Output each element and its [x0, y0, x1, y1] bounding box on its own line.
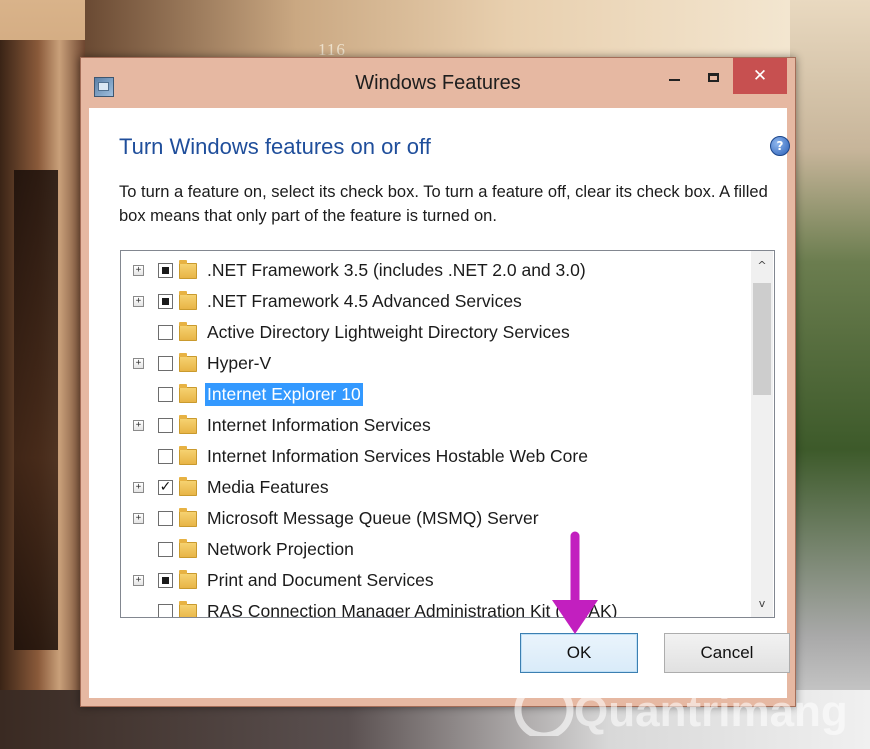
expand-icon[interactable]: +	[133, 482, 144, 493]
folder-icon	[179, 507, 197, 527]
feature-label[interactable]: .NET Framework 4.5 Advanced Services	[205, 290, 524, 313]
feature-row[interactable]: Internet Information Services Hostable W…	[121, 441, 751, 472]
folder-icon	[179, 538, 197, 558]
feature-checkbox[interactable]	[158, 294, 173, 309]
feature-checkbox[interactable]	[158, 449, 173, 464]
feature-checkbox[interactable]	[158, 418, 173, 433]
folder-icon	[179, 445, 197, 465]
dialog-content: Turn Windows features on or off ? To tur…	[89, 108, 790, 698]
expand-icon[interactable]: +	[133, 513, 144, 524]
feature-label[interactable]: Internet Explorer 10	[205, 383, 363, 406]
feature-row[interactable]: + Microsoft Message Queue (MSMQ) Server	[121, 503, 751, 534]
help-icon[interactable]: ?	[770, 136, 790, 156]
folder-icon	[179, 414, 197, 434]
feature-checkbox[interactable]	[158, 542, 173, 557]
feature-row[interactable]: + .NET Framework 4.5 Advanced Services	[121, 286, 751, 317]
feature-row[interactable]: + ✓ Media Features	[121, 472, 751, 503]
feature-row[interactable]: + Print and Document Services	[121, 565, 751, 596]
feature-checkbox[interactable]	[158, 325, 173, 340]
feature-row[interactable]: Internet Explorer 10	[121, 379, 751, 410]
feature-checkbox[interactable]	[158, 604, 173, 617]
maximize-icon	[707, 72, 719, 82]
background-top	[85, 0, 790, 60]
features-tree[interactable]: + .NET Framework 3.5 (includes .NET 2.0 a…	[120, 250, 775, 618]
expand-icon[interactable]: +	[133, 296, 144, 307]
background-right-side	[790, 0, 870, 749]
feature-label[interactable]: .NET Framework 3.5 (includes .NET 2.0 an…	[205, 259, 588, 282]
folder-icon	[179, 352, 197, 372]
feature-label[interactable]: RAS Connection Manager Administration Ki…	[205, 600, 619, 617]
feature-checkbox[interactable]	[158, 356, 173, 371]
close-button[interactable]: ✕	[733, 58, 787, 94]
folder-icon	[179, 600, 197, 617]
feature-label[interactable]: Media Features	[205, 476, 331, 499]
dialog-heading: Turn Windows features on or off	[119, 134, 431, 159]
feature-label[interactable]: Network Projection	[205, 538, 356, 561]
watermark-text: Quantrimang	[574, 687, 848, 736]
feature-label[interactable]: Internet Information Services	[205, 414, 433, 437]
ok-button[interactable]: OK	[520, 633, 638, 673]
folder-icon	[179, 290, 197, 310]
feature-row[interactable]: + Hyper-V	[121, 348, 751, 379]
background-doorway	[14, 170, 58, 650]
expand-icon[interactable]: +	[133, 420, 144, 431]
feature-label[interactable]: Hyper-V	[205, 352, 273, 375]
feature-checkbox[interactable]	[158, 573, 173, 588]
scrollbar-thumb[interactable]	[753, 283, 771, 395]
folder-icon	[179, 476, 197, 496]
folder-icon	[179, 569, 197, 589]
feature-label[interactable]: Internet Information Services Hostable W…	[205, 445, 590, 468]
feature-row[interactable]: Network Projection	[121, 534, 751, 565]
vertical-scrollbar[interactable]: ^ v	[751, 251, 773, 617]
folder-icon	[179, 383, 197, 403]
minimize-icon	[668, 79, 680, 81]
feature-checkbox[interactable]	[158, 387, 173, 402]
cancel-button[interactable]: Cancel	[664, 633, 790, 673]
feature-label[interactable]: Print and Document Services	[205, 569, 436, 592]
watermark-logo: Quantrimang	[514, 680, 848, 736]
windows-features-dialog: Windows Features ✕ Turn Windows features…	[80, 57, 796, 707]
feature-row[interactable]: RAS Connection Manager Administration Ki…	[121, 596, 751, 617]
close-icon: ✕	[752, 66, 768, 86]
minimize-button[interactable]	[655, 58, 693, 96]
features-list: + .NET Framework 3.5 (includes .NET 2.0 a…	[121, 251, 751, 617]
feature-label[interactable]: Active Directory Lightweight Directory S…	[205, 321, 572, 344]
expand-icon[interactable]: +	[133, 575, 144, 586]
dialog-description: To turn a feature on, select its check b…	[119, 183, 768, 225]
scroll-down-arrow-icon[interactable]: v	[751, 593, 773, 613]
expand-icon[interactable]: +	[133, 358, 144, 369]
expand-icon[interactable]: +	[133, 265, 144, 276]
title-bar[interactable]: Windows Features ✕	[81, 58, 795, 108]
feature-checkbox[interactable]: ✓	[158, 480, 173, 495]
feature-row[interactable]: + Internet Information Services	[121, 410, 751, 441]
folder-icon	[179, 259, 197, 279]
folder-icon	[179, 321, 197, 341]
feature-row[interactable]: + .NET Framework 3.5 (includes .NET 2.0 a…	[121, 255, 751, 286]
feature-checkbox[interactable]	[158, 263, 173, 278]
feature-label[interactable]: Microsoft Message Queue (MSMQ) Server	[205, 507, 541, 530]
scroll-up-arrow-icon[interactable]: ^	[751, 255, 773, 275]
feature-row[interactable]: Active Directory Lightweight Directory S…	[121, 317, 751, 348]
feature-checkbox[interactable]	[158, 511, 173, 526]
maximize-button[interactable]	[694, 58, 732, 96]
